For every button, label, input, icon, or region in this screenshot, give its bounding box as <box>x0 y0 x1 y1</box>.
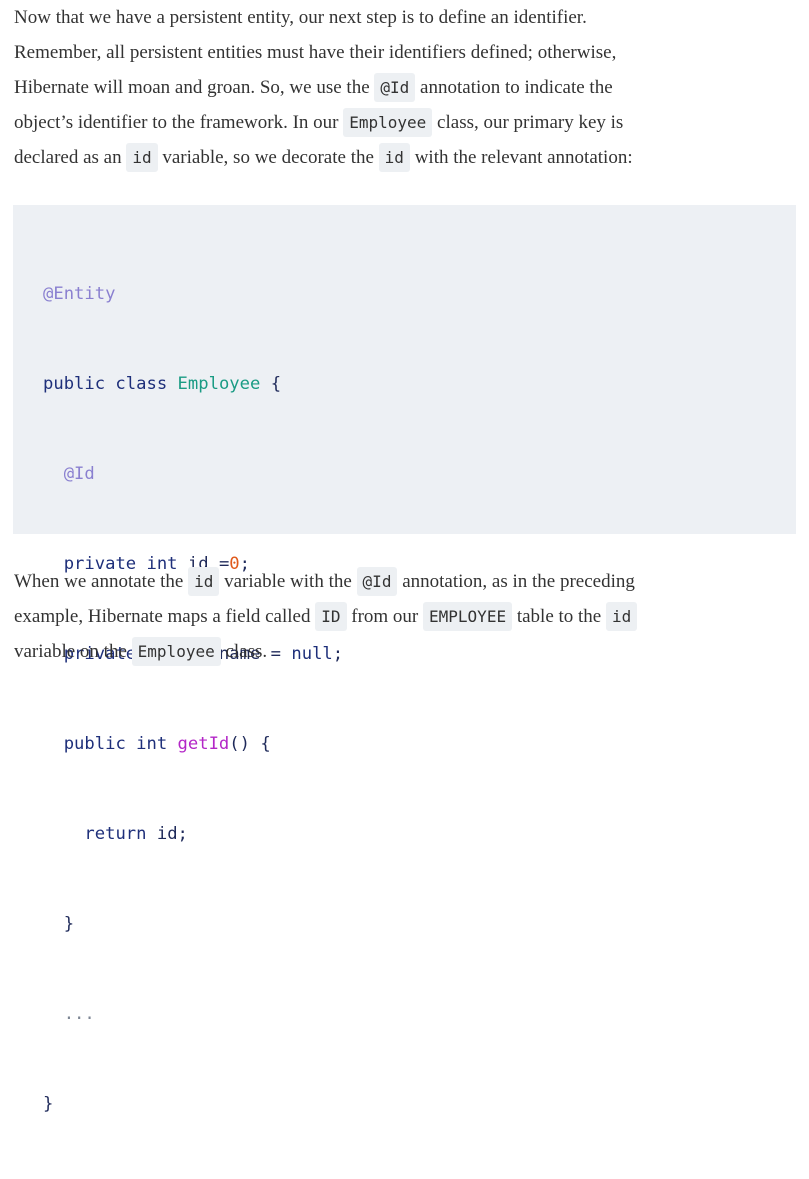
annotation-token: @Entity <box>43 284 116 304</box>
method-name-token: getId <box>167 734 230 754</box>
outro-paragraph: When we annotate the id variable with th… <box>14 564 799 669</box>
intro-paragraph: Now that we have a persistent entity, ou… <box>14 0 799 175</box>
text: When we annotate the <box>14 571 189 592</box>
inline-code-id: id <box>606 602 638 631</box>
annotation-token: @Id <box>63 464 95 484</box>
keyword-token: return <box>84 824 147 844</box>
identifier-token: id; <box>146 824 188 844</box>
punctuation-token: { <box>260 374 282 394</box>
code-line: public int getId() { <box>43 729 343 759</box>
inline-code-id: id <box>378 143 410 172</box>
class-name-token: Employee <box>177 374 261 394</box>
intro-line-3: Hibernate will moan and groan. So, we us… <box>14 70 799 105</box>
inline-code-employee: Employee <box>131 637 221 666</box>
inline-code-id-annotation: @Id <box>374 73 416 102</box>
punctuation-token: } <box>43 1094 54 1114</box>
intro-line-4: object’s identifier to the framework. In… <box>14 105 799 140</box>
intro-line-1: Now that we have a persistent entity, ou… <box>14 0 799 35</box>
punctuation-token: () { <box>229 734 271 754</box>
outro-line-2: example, Hibernate maps a field called I… <box>14 599 799 634</box>
text: with the relevant annotation: <box>409 147 633 168</box>
intro-line-5: declared as an id variable, so we decora… <box>14 140 799 175</box>
text: class. <box>220 641 268 662</box>
punctuation-token: } <box>63 914 75 934</box>
text: Now that we have a persistent entity, ou… <box>14 7 587 28</box>
text: annotation, as in the preceding <box>397 571 635 592</box>
code-line: return id; <box>43 819 343 849</box>
code-line: @Id <box>43 459 343 489</box>
text: from our <box>346 606 424 627</box>
text: class, our primary key is <box>432 112 624 133</box>
code-line: public class Employee { <box>43 369 343 399</box>
text: annotation to indicate the <box>415 77 613 98</box>
text: Hibernate will moan and groan. So, we us… <box>14 77 375 98</box>
inline-code-id: id <box>126 143 158 172</box>
code-line: ... <box>43 999 343 1029</box>
inline-code-id-annotation: @Id <box>356 567 398 596</box>
outro-line-3: variable on the Employee class. <box>14 634 799 669</box>
inline-code-EMPLOYEE: EMPLOYEE <box>423 602 513 631</box>
text: table to the <box>512 606 606 627</box>
inline-code-employee: Employee <box>343 108 433 137</box>
keyword-token: public class <box>43 374 168 394</box>
text: variable, so we decorate the <box>157 147 379 168</box>
text: Remember, all persistent entities must h… <box>14 42 617 63</box>
intro-line-2: Remember, all persistent entities must h… <box>14 35 799 70</box>
code-line: } <box>43 1089 343 1119</box>
text: example, Hibernate maps a field called <box>14 606 316 627</box>
text: variable on the <box>14 641 132 662</box>
code-line: } <box>43 909 343 939</box>
inline-code-id: id <box>188 567 220 596</box>
keyword-token: public int <box>63 734 168 754</box>
inline-code-ID: ID <box>315 602 347 631</box>
code-block: @Entity public class Employee { @Id priv… <box>13 205 796 1114</box>
text: declared as an <box>14 147 127 168</box>
ellipsis-token: ... <box>63 1004 95 1024</box>
outro-line-1: When we annotate the id variable with th… <box>14 564 799 599</box>
code-line: @Entity <box>43 279 343 309</box>
text: object’s identifier to the framework. In… <box>14 112 344 133</box>
code-listing: @Entity public class Employee { @Id priv… <box>43 219 343 1179</box>
text: variable with the <box>219 571 357 592</box>
